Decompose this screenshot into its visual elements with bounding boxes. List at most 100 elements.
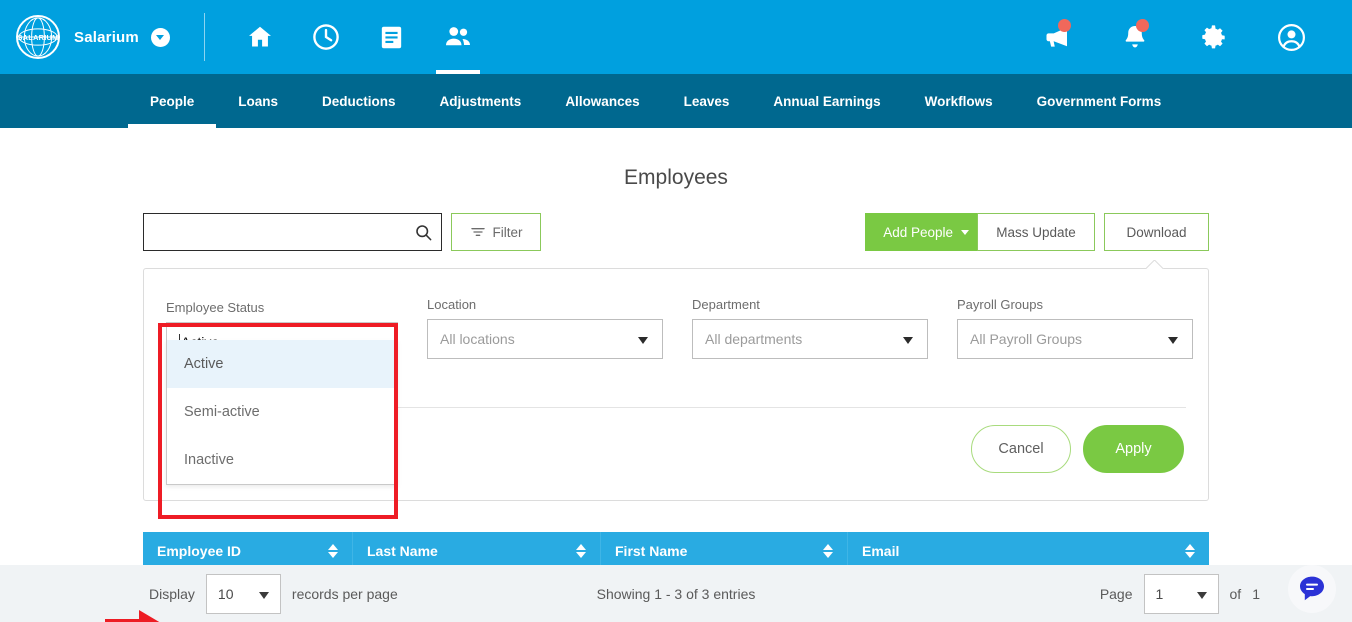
records-per-page-value: 10 <box>218 586 234 602</box>
records-per-page-label: records per page <box>292 586 398 602</box>
employee-status-dropdown-menu: Active Semi-active Inactive <box>166 340 398 485</box>
of-label: of <box>1230 586 1242 602</box>
location-label: Location <box>427 297 663 312</box>
chevron-down-icon <box>1168 337 1178 344</box>
sort-icon[interactable] <box>576 544 586 558</box>
column-label: Last Name <box>367 543 438 559</box>
filter-panel-actions: Cancel Apply <box>971 425 1184 473</box>
page-select[interactable]: 1 <box>1144 574 1219 614</box>
mass-update-label: Mass Update <box>996 225 1076 240</box>
subnav-item-adjustments[interactable]: Adjustments <box>418 74 544 128</box>
status-option-semi-active[interactable]: Semi-active <box>167 388 397 436</box>
panel-notch-icon <box>1146 260 1164 269</box>
search-input[interactable] <box>144 214 441 250</box>
salarium-logo-icon: SALARIUM <box>16 15 60 59</box>
add-people-button[interactable]: Add People <box>865 213 987 251</box>
employee-status-field: Employee Status Active Active Semi-activ… <box>166 300 398 362</box>
subnav-label: Leaves <box>684 94 730 109</box>
column-label: Email <box>862 543 899 559</box>
chevron-down-icon <box>1197 592 1207 599</box>
chat-bubble-icon[interactable] <box>1288 565 1336 613</box>
subnav-item-loans[interactable]: Loans <box>216 74 300 128</box>
subnav-item-people[interactable]: People <box>128 74 216 128</box>
document-icon[interactable] <box>359 0 425 74</box>
top-bar: SALARIUM Salarium <box>0 0 1352 74</box>
announcement-icon[interactable] <box>1018 0 1096 74</box>
footer-left: Display 10 records per page <box>0 574 398 614</box>
logo-wordmark: SALARIUM <box>17 33 58 42</box>
bell-badge <box>1136 19 1149 32</box>
announcement-badge <box>1058 19 1071 32</box>
page-label: Page <box>1100 586 1133 602</box>
payroll-groups-field: Payroll Groups All Payroll Groups <box>957 297 1193 359</box>
column-header-email[interactable]: Email <box>848 532 1209 569</box>
department-label: Department <box>692 297 928 312</box>
brand-area[interactable]: SALARIUM Salarium <box>0 15 170 59</box>
employee-status-label: Employee Status <box>166 300 398 315</box>
subnav-label: Deductions <box>322 94 396 109</box>
brand-name: Salarium <box>74 29 139 46</box>
brand-dropdown-icon[interactable] <box>151 28 170 47</box>
subnav-label: People <box>150 94 194 109</box>
records-per-page-select[interactable]: 10 <box>206 574 281 614</box>
chevron-down-icon <box>903 337 913 344</box>
chevron-down-icon <box>638 337 648 344</box>
sub-navigation: People Loans Deductions Adjustments Allo… <box>0 74 1352 128</box>
location-select[interactable]: All locations <box>427 319 663 359</box>
mass-update-button[interactable]: Mass Update <box>977 213 1095 251</box>
total-pages: 1 <box>1252 586 1260 602</box>
department-select[interactable]: All departments <box>692 319 928 359</box>
sort-icon[interactable] <box>1185 544 1195 558</box>
subnav-label: Loans <box>238 94 278 109</box>
filter-panel: Employee Status Active Active Semi-activ… <box>143 268 1209 501</box>
payroll-groups-select[interactable]: All Payroll Groups <box>957 319 1193 359</box>
clock-icon[interactable] <box>293 0 359 74</box>
download-label: Download <box>1126 225 1186 240</box>
filter-button[interactable]: Filter <box>451 213 541 251</box>
status-option-active[interactable]: Active <box>167 340 397 388</box>
user-avatar-icon[interactable] <box>1252 0 1330 74</box>
location-field: Location All locations <box>427 297 663 359</box>
table-footer: Display 10 records per page Showing 1 - … <box>0 565 1352 622</box>
sort-icon[interactable] <box>823 544 833 558</box>
subnav-label: Workflows <box>925 94 993 109</box>
subnav-label: Adjustments <box>440 94 522 109</box>
display-label: Display <box>149 586 195 602</box>
subnav-item-allowances[interactable]: Allowances <box>543 74 661 128</box>
download-button[interactable]: Download <box>1104 213 1209 251</box>
cancel-label: Cancel <box>998 441 1043 457</box>
subnav-label: Government Forms <box>1037 94 1162 109</box>
gear-icon[interactable] <box>1174 0 1252 74</box>
people-icon[interactable] <box>425 0 491 74</box>
apply-label: Apply <box>1115 441 1151 457</box>
cancel-button[interactable]: Cancel <box>971 425 1071 473</box>
status-option-label: Semi-active <box>184 404 260 420</box>
location-placeholder: All locations <box>440 331 515 347</box>
subnav-item-leaves[interactable]: Leaves <box>662 74 752 128</box>
status-option-label: Inactive <box>184 452 234 468</box>
home-icon[interactable] <box>227 0 293 74</box>
column-header-employee-id[interactable]: Employee ID <box>143 532 353 569</box>
column-label: Employee ID <box>157 543 241 559</box>
search-icon[interactable] <box>414 223 433 242</box>
apply-button[interactable]: Apply <box>1083 425 1184 473</box>
bell-icon[interactable] <box>1096 0 1174 74</box>
status-option-inactive[interactable]: Inactive <box>167 436 397 484</box>
add-people-label: Add People <box>883 225 953 240</box>
filter-button-label: Filter <box>493 225 523 240</box>
department-field: Department All departments <box>692 297 928 359</box>
subnav-item-annual-earnings[interactable]: Annual Earnings <box>751 74 902 128</box>
subnav-item-government-forms[interactable]: Government Forms <box>1015 74 1184 128</box>
subnav-item-workflows[interactable]: Workflows <box>903 74 1015 128</box>
column-header-first-name[interactable]: First Name <box>601 532 848 569</box>
app-window: SALARIUM Salarium <box>0 0 1352 622</box>
topbar-divider <box>204 13 205 61</box>
payroll-groups-label: Payroll Groups <box>957 297 1193 312</box>
subnav-item-deductions[interactable]: Deductions <box>300 74 418 128</box>
column-header-last-name[interactable]: Last Name <box>353 532 601 569</box>
department-placeholder: All departments <box>705 331 802 347</box>
sort-icon[interactable] <box>328 544 338 558</box>
subnav-label: Annual Earnings <box>773 94 880 109</box>
search-box[interactable] <box>143 213 442 251</box>
red-arrow-annotation-icon <box>105 609 167 622</box>
